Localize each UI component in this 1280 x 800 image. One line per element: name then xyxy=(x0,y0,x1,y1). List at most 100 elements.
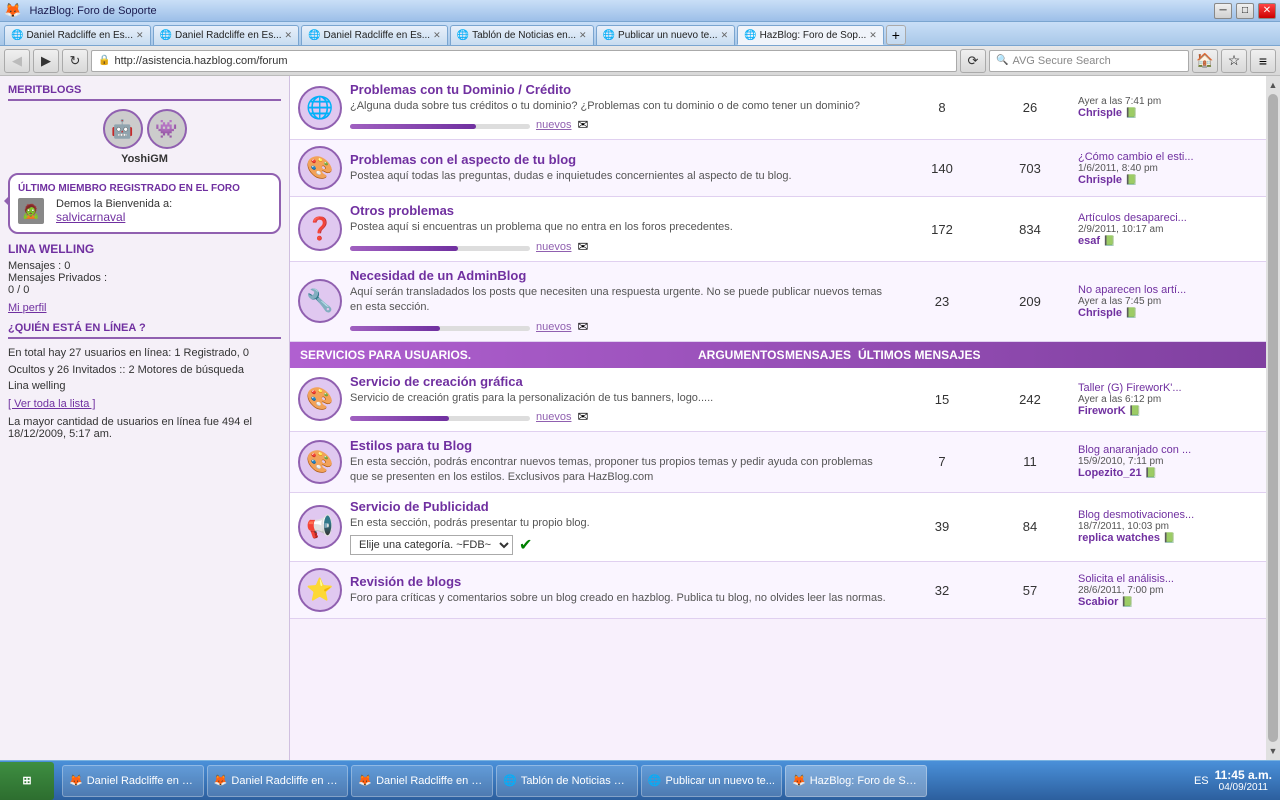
servicios-last-date-1: 15/9/2010, 7:11 pm xyxy=(1078,456,1258,467)
servicios-desc-0: Servicio de creación gratis para la pers… xyxy=(350,391,894,406)
forum-icon-3: 🔧 xyxy=(298,279,342,323)
envelope-icon-3: ✉ xyxy=(577,319,588,335)
servicios-last-date-2: 18/7/2011, 10:03 pm xyxy=(1078,521,1258,532)
tab-close-0[interactable]: ✕ xyxy=(136,30,144,41)
tab-close-5[interactable]: ✕ xyxy=(869,30,877,41)
close-button[interactable]: ✕ xyxy=(1258,3,1276,19)
last-member-text-area: Demos la Bienvenida a: salvicarnaval xyxy=(56,198,172,224)
minimize-button[interactable]: ─ xyxy=(1214,3,1232,19)
taskbar-app-2[interactable]: 🦊 Daniel Radcliffe en Es... xyxy=(351,765,493,797)
servicios-last-user-1[interactable]: Lopezito_21 📗 xyxy=(1078,467,1258,479)
bookmark-button[interactable]: ☆ xyxy=(1221,49,1247,73)
tab-2[interactable]: 🌐 Daniel Radcliffe en Es... ✕ xyxy=(301,25,448,45)
servicios-last-title-1[interactable]: Blog anaranjado con ... xyxy=(1078,444,1258,456)
tab-label-4: Publicar un nuevo te... xyxy=(618,30,718,41)
tab-3[interactable]: 🌐 Tablón de Noticias en... ✕ xyxy=(450,25,594,45)
last-member-name[interactable]: salvicarnaval xyxy=(56,210,172,224)
online-user: Lina welling xyxy=(8,380,281,392)
search-bar[interactable]: 🔍 AVG Secure Search xyxy=(989,50,1189,72)
taskbar-sys: ES 11:45 a.m. 04/09/2011 xyxy=(1186,768,1280,793)
servicios-last-date-0: Ayer a las 6:12 pm xyxy=(1078,394,1258,405)
home-button[interactable]: 🏠 xyxy=(1192,49,1218,73)
forum-title-3[interactable]: Necesidad de un AdminBlog xyxy=(350,268,526,283)
new-tab-button[interactable]: + xyxy=(886,25,906,45)
forum-title-1[interactable]: Problemas con el aspecto de tu blog xyxy=(350,152,576,167)
argumentos-col: ARGUMENTOS xyxy=(698,348,778,362)
forum-last-date-1: 1/6/2011, 8:40 pm xyxy=(1078,163,1258,174)
username: YoshiGM xyxy=(121,153,168,165)
servicios-last-title-0[interactable]: Taller (G) FireworK'... xyxy=(1078,382,1258,394)
servicios-last-3: Solicita el análisis... 28/6/2011, 7:00 … xyxy=(1078,573,1258,608)
back-button[interactable]: ◀ xyxy=(4,49,30,73)
taskbar: ⊞ 🦊 Daniel Radcliffe en Es... 🦊 Daniel R… xyxy=(0,760,1280,800)
tab-close-2[interactable]: ✕ xyxy=(433,30,441,41)
tab-close-1[interactable]: ✕ xyxy=(285,30,293,41)
forum-icon-1: 🎨 xyxy=(298,146,342,190)
tab-label-1: Daniel Radcliffe en Es... xyxy=(175,30,282,41)
private-messages-label: Mensajes Privados : xyxy=(8,272,107,284)
nuevos-link-2[interactable]: nuevos xyxy=(536,241,571,253)
reload-button[interactable]: ⟳ xyxy=(960,49,986,73)
forum-title-2[interactable]: Otros problemas xyxy=(350,203,454,218)
forum-args-2: 172 xyxy=(902,222,982,237)
servicios-title-1[interactable]: Estilos para tu Blog xyxy=(350,438,472,453)
servicios-last-user-2[interactable]: replica watches 📗 xyxy=(1078,532,1258,544)
my-profile-link[interactable]: Mi perfil xyxy=(8,302,47,314)
category-select[interactable]: Elije una categoría. ~FDB~ xyxy=(350,535,513,555)
servicios-icon-0: 🎨 xyxy=(298,377,342,421)
tab-close-3[interactable]: ✕ xyxy=(579,30,587,41)
tab-0[interactable]: 🌐 Daniel Radcliffe en Es... ✕ xyxy=(4,25,151,45)
tab-4[interactable]: 🌐 Publicar un nuevo te... ✕ xyxy=(596,25,736,45)
forward-button[interactable]: ▶ xyxy=(33,49,59,73)
forum-last-user-3[interactable]: Chrisple 📗 xyxy=(1078,307,1258,319)
servicios-last-user-0[interactable]: FireworK 📗 xyxy=(1078,405,1258,417)
servicios-msgs-2: 84 xyxy=(990,519,1070,534)
nuevos-link-0[interactable]: nuevos xyxy=(536,119,571,131)
servicios-title-2[interactable]: Servicio de Publicidad xyxy=(350,499,489,514)
tab-5[interactable]: 🌐 HazBlog: Foro de Sop... ✕ xyxy=(737,25,884,45)
view-list-link[interactable]: [ Ver toda la lista ] xyxy=(8,398,95,410)
servicios-title-0[interactable]: Servicio de creación gráfica xyxy=(350,374,523,389)
servicios-icon-3: ⭐ xyxy=(298,568,342,612)
servicios-last-user-3[interactable]: Scabior 📗 xyxy=(1078,596,1258,608)
forum-last-user-0[interactable]: Chrisple 📗 xyxy=(1078,107,1258,119)
servicios-last-title-2[interactable]: Blog desmotivaciones... xyxy=(1078,509,1258,521)
tab-close-4[interactable]: ✕ xyxy=(721,30,729,41)
messages-label: Mensajes : xyxy=(8,260,61,272)
nuevos-link-3[interactable]: nuevos xyxy=(536,321,571,333)
taskbar-app-5[interactable]: 🦊 HazBlog: Foro de Sop... xyxy=(785,765,927,797)
forum-last-user-2[interactable]: esaf 📗 xyxy=(1078,235,1258,247)
servicios-last-1: Blog anaranjado con ... 15/9/2010, 7:11 … xyxy=(1078,444,1258,479)
taskbar-app-0[interactable]: 🦊 Daniel Radcliffe en Es... xyxy=(62,765,204,797)
sidebar: MERITBLOGS 🤖 👾 YoshiGM ÚLTIMO MIEMBRO RE… xyxy=(0,76,290,760)
start-button[interactable]: ⊞ xyxy=(0,762,54,800)
forum-last-title-3[interactable]: No aparecen los artí... xyxy=(1078,284,1258,296)
domain-icon: 🌐 xyxy=(306,95,333,121)
taskbar-app-3[interactable]: 🌐 Tablón de Noticias en... xyxy=(496,765,638,797)
clock-time: 11:45 a.m. xyxy=(1215,768,1272,782)
servicios-args-1: 7 xyxy=(902,454,982,469)
servicios-icon-2: 📢 xyxy=(298,505,342,549)
forum-last-title-1[interactable]: ¿Cómo cambio el esti... xyxy=(1078,151,1258,163)
refresh-button[interactable]: ↻ xyxy=(62,49,88,73)
maximize-button[interactable]: □ xyxy=(1236,3,1254,19)
tab-label-0: Daniel Radcliffe en Es... xyxy=(26,30,133,41)
taskbar-icon-4: 🌐 xyxy=(648,774,662,787)
forum-msgs-0: 26 xyxy=(990,100,1070,115)
tab-1[interactable]: 🌐 Daniel Radcliffe en Es... ✕ xyxy=(153,25,300,45)
forum-title-0[interactable]: Problemas con tu Dominio / Crédito xyxy=(350,82,571,97)
servicios-last-title-3[interactable]: Solicita el análisis... xyxy=(1078,573,1258,585)
servicios-title-3[interactable]: Revisión de blogs xyxy=(350,574,461,589)
check-icon[interactable]: ✔ xyxy=(519,535,532,555)
forum-last-title-2[interactable]: Artículos desapareci... xyxy=(1078,212,1258,224)
taskbar-app-1[interactable]: 🦊 Daniel Radcliffe en Es... xyxy=(207,765,349,797)
address-bar[interactable]: 🔒 http://asistencia.hazblog.com/forum xyxy=(91,50,957,72)
taskbar-icon-0: 🦊 xyxy=(69,774,83,787)
settings-button[interactable]: ≡ xyxy=(1250,49,1276,73)
servicios-nuevos-0[interactable]: nuevos xyxy=(536,411,571,423)
address-text: http://asistencia.hazblog.com/forum xyxy=(114,55,950,67)
forum-last-user-1[interactable]: Chrisple 📗 xyxy=(1078,174,1258,186)
servicios-header: SERVICIOS PARA USUARIOS. ARGUMENTOS MENS… xyxy=(290,342,1266,368)
right-scrollbar[interactable]: ▲ ▼ xyxy=(1266,76,1280,760)
taskbar-app-4[interactable]: 🌐 Publicar un nuevo te... xyxy=(641,765,782,797)
